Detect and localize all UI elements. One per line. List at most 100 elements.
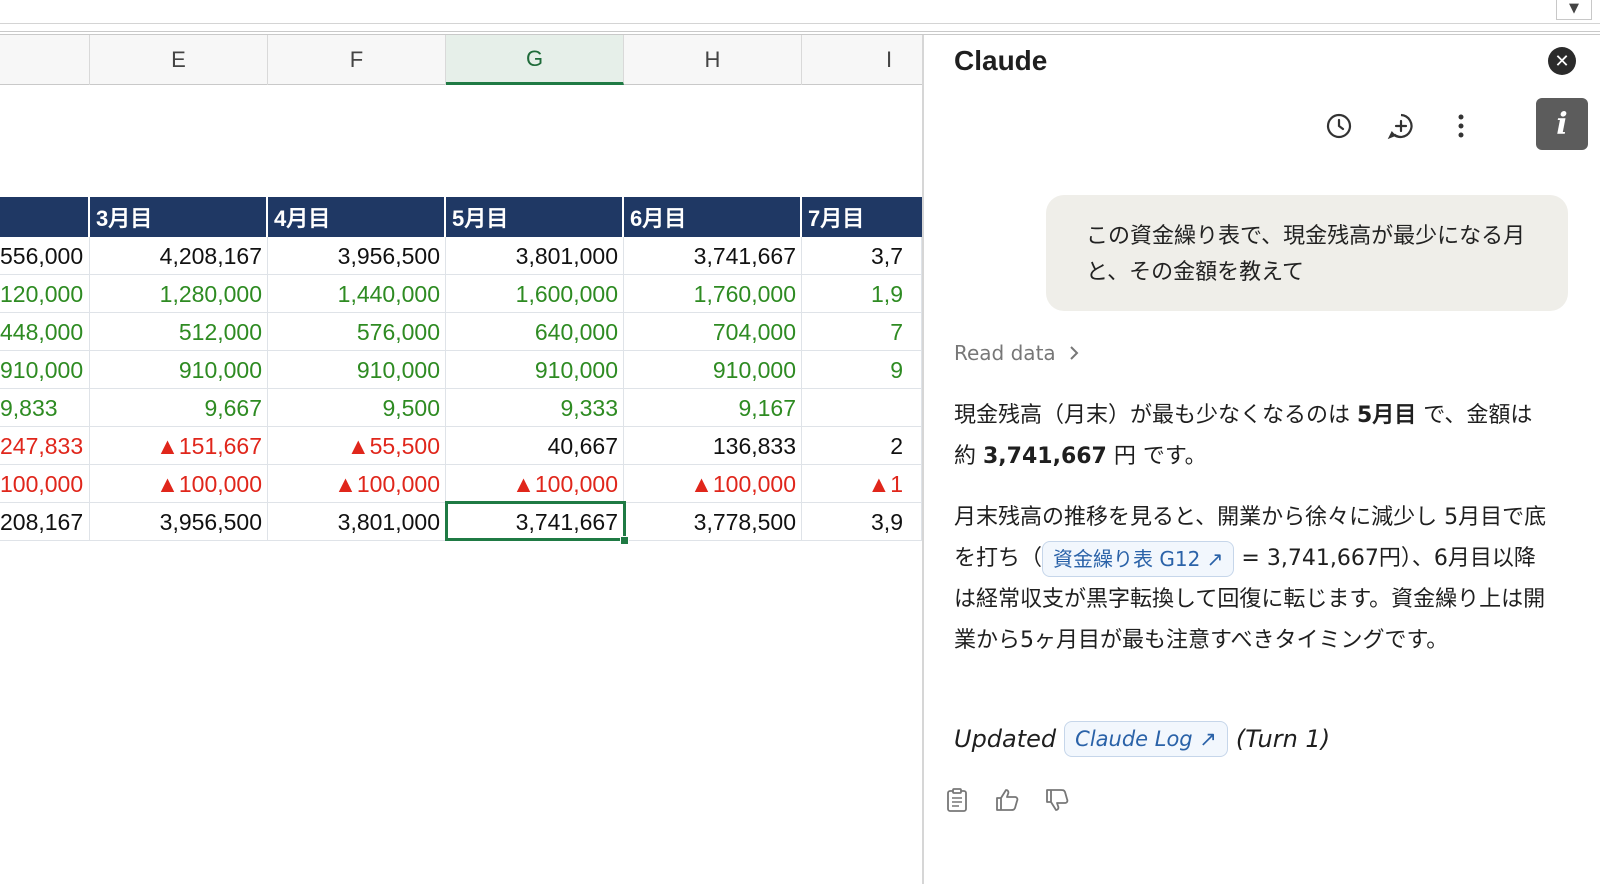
table-cell[interactable]: 3,956,500 xyxy=(90,503,268,541)
table-cell[interactable]: ▲100,000 xyxy=(624,465,802,503)
more-options-button[interactable] xyxy=(1444,109,1478,143)
claude-panel: Claude ✕ i この資金繰り表で、現金残高が最少になる月と、その金額を教え… xyxy=(924,35,1600,884)
column-header-e[interactable]: E xyxy=(90,35,268,85)
formula-bar-expand-button[interactable]: ▼ xyxy=(1556,0,1592,20)
updated-label: Updated xyxy=(954,725,1057,753)
table-cell[interactable]: 1,600,000 xyxy=(446,275,624,313)
table-cell[interactable]: 3,801,000 xyxy=(268,503,446,541)
copy-button[interactable] xyxy=(942,785,972,815)
table-row: 910,000 910,000 910,000 910,000 910,000 9 xyxy=(0,351,922,389)
table-cell[interactable]: 3,801,000 xyxy=(446,237,624,275)
table-cell[interactable]: ▲100,000 xyxy=(268,465,446,503)
month-header-cell[interactable]: 6月目 xyxy=(624,197,802,237)
table-cell[interactable]: 136,833 xyxy=(624,427,802,465)
table-cell[interactable]: ▲151,667 xyxy=(90,427,268,465)
table-cell[interactable]: 100,000 xyxy=(0,465,90,503)
column-header-f[interactable]: F xyxy=(268,35,446,85)
table-cell[interactable]: ▲100,000 xyxy=(90,465,268,503)
table-cell[interactable]: 9,167 xyxy=(624,389,802,427)
month-header-cell[interactable]: 4月目 xyxy=(268,197,446,237)
table-cell[interactable]: 7 xyxy=(802,313,922,351)
updated-line: Updated Claude Log ↗ (Turn 1) xyxy=(954,721,1330,757)
fill-handle[interactable] xyxy=(620,536,629,545)
table-cell[interactable]: 910,000 xyxy=(90,351,268,389)
table-cell[interactable]: 9,833 xyxy=(0,389,90,427)
month-header-cell[interactable]: 5月目 xyxy=(446,197,624,237)
table-row: 100,000 ▲100,000 ▲100,000 ▲100,000 ▲100,000 ▲… xyxy=(0,465,922,503)
new-chat-button[interactable] xyxy=(1384,109,1418,143)
table-cell[interactable]: 9 xyxy=(802,351,922,389)
table-cell[interactable]: 910,000 xyxy=(0,351,90,389)
table-cell[interactable]: ▲100,000 xyxy=(446,465,624,503)
table-row: 448,000 512,000 576,000 640,000 704,000 7 xyxy=(0,313,922,351)
table-cell[interactable]: 9,667 xyxy=(90,389,268,427)
history-icon xyxy=(1326,113,1352,139)
table-cell[interactable]: 4,208,167 xyxy=(90,237,268,275)
more-icon xyxy=(1458,114,1464,138)
table-cell[interactable]: 40,667 xyxy=(446,427,624,465)
answer-month: 5月目 xyxy=(1357,403,1417,428)
table-cell[interactable]: ▲1 xyxy=(802,465,922,503)
thumbs-down-button[interactable] xyxy=(1042,785,1072,815)
read-data-label: Read data xyxy=(954,341,1056,365)
thumbs-down-icon xyxy=(1046,789,1069,811)
table-cell[interactable]: 910,000 xyxy=(268,351,446,389)
table-cell[interactable]: 640,000 xyxy=(446,313,624,351)
table-cell[interactable]: 1,440,000 xyxy=(268,275,446,313)
spreadsheet-grid: D E F G H I 3月目 4月目 5月目 6月目 7月目 556,0004… xyxy=(0,35,922,884)
table-cell[interactable]: 3,778,500 xyxy=(624,503,802,541)
info-icon: i xyxy=(1556,106,1568,142)
read-data-toggle[interactable]: Read data xyxy=(954,341,1080,365)
table-cell[interactable]: 3,7 xyxy=(802,237,922,275)
table-cell[interactable]: 556,000 xyxy=(0,237,90,275)
month-header-row: 3月目 4月目 5月目 6月目 7月目 xyxy=(0,197,922,237)
thumbs-up-icon xyxy=(996,789,1019,811)
table-cell[interactable]: 2 xyxy=(802,427,922,465)
table-cell[interactable]: 704,000 xyxy=(624,313,802,351)
table-cell[interactable]: 910,000 xyxy=(446,351,624,389)
user-message-text: この資金繰り表で、現金残高が最少になる月と、その金額を教えて xyxy=(1086,224,1526,285)
table-cell[interactable]: 448,000 xyxy=(0,313,90,351)
answer-paragraph-2: 月末残高の推移を見ると、開業から徐々に減少し 5月目で底を打ち（ 資金繰り表 G1… xyxy=(954,497,1554,661)
table-cell[interactable]: 910,000 xyxy=(624,351,802,389)
answer-paragraph-1: 現金残高（月末）が最も少なくなるのは 5月目 で、金額は 約 3,741,667… xyxy=(954,395,1554,477)
cell-reference-chip[interactable]: 資金繰り表 G12 ↗ xyxy=(1042,541,1235,577)
month-header-cell[interactable]: 3月目 xyxy=(90,197,268,237)
table-row: 247,833 ▲151,667 ▲55,500 40,667 136,833 2 xyxy=(0,427,922,465)
answer-text: 円 です。 xyxy=(1106,444,1207,469)
claude-log-chip[interactable]: Claude Log ↗ xyxy=(1064,721,1228,757)
chevron-down-icon: ▼ xyxy=(1569,1,1579,16)
table-cell[interactable]: 3,741,667 xyxy=(624,237,802,275)
table-cell[interactable]: 3,741,667 xyxy=(446,503,624,541)
table-cell[interactable]: 9,333 xyxy=(446,389,624,427)
table-cell[interactable]: 576,000 xyxy=(268,313,446,351)
chevron-right-icon xyxy=(1069,346,1079,360)
table-cell[interactable]: ▲55,500 xyxy=(268,427,446,465)
table-cell[interactable]: 1,280,000 xyxy=(90,275,268,313)
table-row: 208,167 3,956,500 3,801,000 3,741,667 3,778,… xyxy=(0,503,922,541)
table-cell[interactable]: 1,9 xyxy=(802,275,922,313)
table-cell[interactable]: 3,956,500 xyxy=(268,237,446,275)
table-cell[interactable]: 9,500 xyxy=(268,389,446,427)
column-header-i[interactable]: I xyxy=(802,35,922,85)
table-cell[interactable]: 512,000 xyxy=(90,313,268,351)
table-cell[interactable]: 1,760,000 xyxy=(624,275,802,313)
table-cell[interactable]: 3,9 xyxy=(802,503,922,541)
new-chat-icon xyxy=(1387,113,1413,140)
copy-icon xyxy=(947,788,967,812)
month-header-cell[interactable]: 7月目 xyxy=(802,197,922,237)
table-cell[interactable] xyxy=(802,389,922,427)
table-cell[interactable]: 120,000 xyxy=(0,275,90,313)
table-cell[interactable]: 247,833 xyxy=(0,427,90,465)
month-header-cell[interactable] xyxy=(0,197,90,237)
history-button[interactable] xyxy=(1322,109,1356,143)
formula-bar: ▼ xyxy=(0,0,1600,24)
thumbs-up-button[interactable] xyxy=(992,785,1022,815)
table-cell[interactable]: 208,167 xyxy=(0,503,90,541)
column-header-h[interactable]: H xyxy=(624,35,802,85)
close-button[interactable]: ✕ xyxy=(1548,47,1576,75)
info-button[interactable]: i xyxy=(1536,98,1588,150)
column-header-d[interactable]: D xyxy=(0,35,90,85)
column-header-g[interactable]: G xyxy=(446,35,624,85)
column-header-row: D E F G H I xyxy=(0,35,922,85)
